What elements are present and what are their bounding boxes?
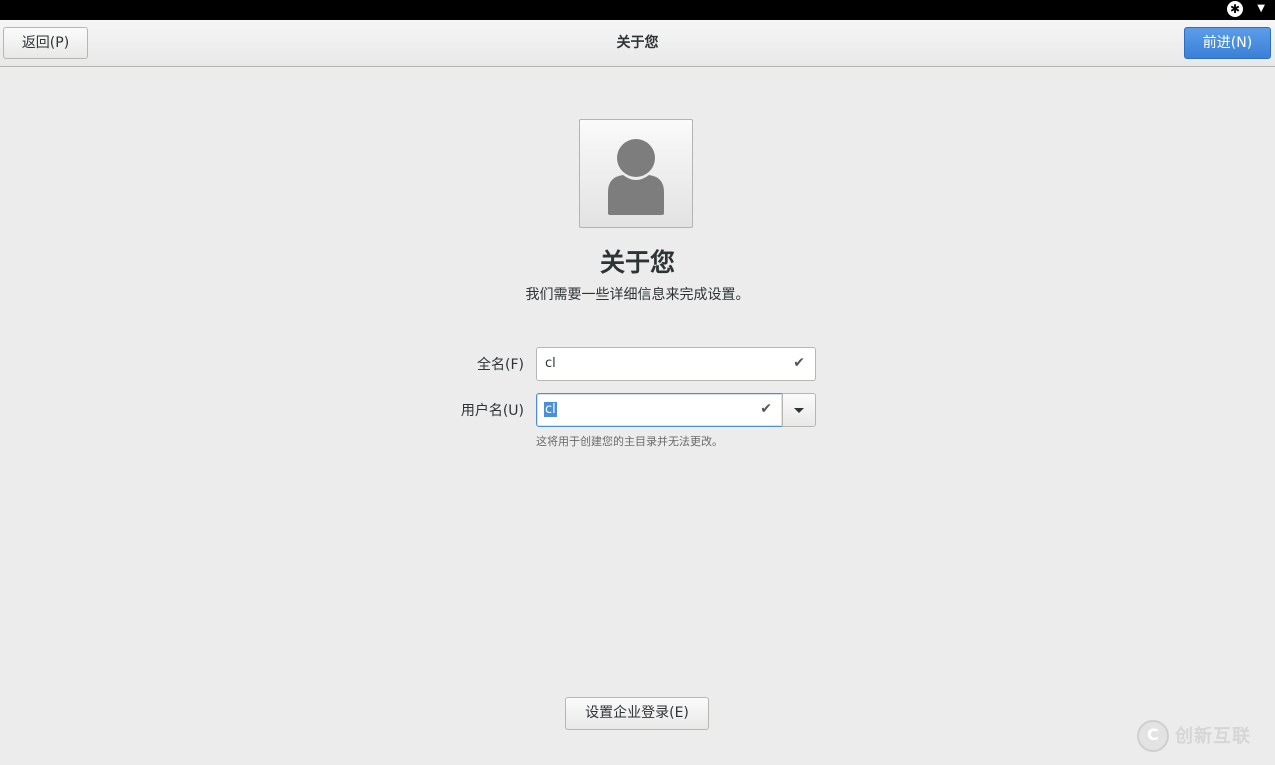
fullname-field[interactable]: cl ✔ (536, 347, 816, 381)
enterprise-login-button[interactable]: 设置企业登录(E) (565, 697, 709, 730)
chevron-down-icon (794, 408, 804, 413)
accessibility-icon[interactable]: ✱ (1227, 1, 1243, 17)
username-field[interactable]: cl ✔ (536, 393, 783, 427)
user-avatar-button[interactable] (579, 119, 693, 228)
caret-down-icon[interactable]: ▼ (1257, 2, 1265, 16)
fullname-value: cl (545, 356, 556, 371)
page-title: 关于您 (599, 248, 675, 277)
user-avatar-icon (608, 139, 664, 215)
brand-logo-icon: C (1137, 720, 1169, 752)
page-subtitle: 我们需要一些详细信息来完成设置。 (525, 287, 750, 303)
username-hint: 这将用于创建您的主目录并无法更改。 (536, 435, 723, 448)
username-dropdown-button[interactable] (782, 393, 816, 427)
watermark-text: 创新互联 (1175, 726, 1251, 747)
username-label: 用户名(U) (460, 403, 524, 419)
checkmark-icon: ✔ (793, 355, 805, 371)
fullname-label: 全名(F) (477, 357, 524, 373)
checkmark-icon: ✔ (760, 401, 772, 417)
username-value: cl (544, 402, 557, 417)
top-system-bar: ✱ ▼ (0, 0, 1275, 20)
watermark: C 创新互联 (1137, 720, 1265, 752)
header-bar: 返回(P) 关于您 前进(N) (0, 20, 1275, 67)
next-button[interactable]: 前进(N) (1184, 27, 1271, 59)
header-title: 关于您 (616, 35, 659, 51)
